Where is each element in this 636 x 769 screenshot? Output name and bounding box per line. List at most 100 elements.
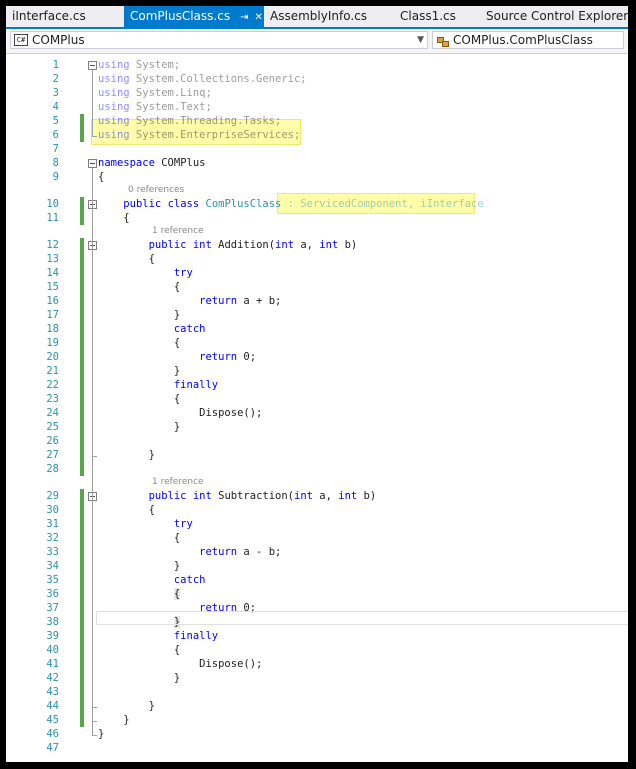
code-line[interactable]: 3 using System.Linq; <box>6 86 628 100</box>
codelens-label[interactable]: 0 references <box>128 184 184 196</box>
code-line[interactable]: 44 } <box>6 699 628 713</box>
chevron-down-icon[interactable]: ▼ <box>417 32 424 48</box>
csharp-icon: C# <box>14 34 28 46</box>
code-line[interactable]: 1 using System; <box>6 58 628 72</box>
code-line[interactable]: 21 } <box>6 364 628 378</box>
code-keyword: int <box>319 239 339 251</box>
tab-class1[interactable]: Class1.cs <box>394 6 480 27</box>
code-line[interactable]: 15 { <box>6 280 628 294</box>
pin-icon[interactable]: ⇥ <box>240 12 248 23</box>
code-line[interactable]: 32 { <box>6 531 628 545</box>
code-line[interactable]: 20 return 0; <box>6 350 628 364</box>
tab-iinterface[interactable]: iInterface.cs <box>6 6 124 27</box>
code-keyword: return <box>199 351 238 363</box>
code-line[interactable]: 6 using System.EnterpriseServices; <box>6 128 628 142</box>
code-line[interactable]: 31 try <box>6 517 628 531</box>
code-text: using System.EnterpriseServices; <box>98 128 300 142</box>
code-token: System.EnterpriseServices; <box>129 129 301 141</box>
close-icon[interactable]: ✕ <box>254 12 262 23</box>
code-line[interactable]: 8 namespace COMPlus <box>6 156 628 170</box>
code-line[interactable]: 29 public int Subtraction(int a, int b) <box>6 489 628 503</box>
code-line[interactable]: 34 } <box>6 559 628 573</box>
codelens-references[interactable]: 0 references <box>6 184 628 197</box>
code-line[interactable]: 30 { <box>6 503 628 517</box>
code-line[interactable]: 22 finally <box>6 378 628 392</box>
code-text: Dispose(); <box>98 657 262 671</box>
current-line-indicator <box>96 611 628 625</box>
code-text: finally <box>98 629 218 643</box>
code-token: System.Text; <box>129 101 212 113</box>
fold-guide <box>92 250 93 456</box>
tab-source-control-explorer[interactable]: Source Control Explorer <box>480 6 628 27</box>
code-line[interactable]: 11 { <box>6 211 628 225</box>
code-keyword: catch <box>173 574 206 586</box>
code-line[interactable]: 16 return a + b; <box>6 294 628 308</box>
type-dropdown[interactable]: COMPlus.ComPlusClass <box>432 31 624 49</box>
code-line[interactable]: 19 { <box>6 336 628 350</box>
code-line[interactable]: 13 { <box>6 252 628 266</box>
change-marker <box>80 489 84 503</box>
code-text: { <box>98 211 129 225</box>
code-line[interactable]: 2 using System.Collections.Generic; <box>6 72 628 86</box>
code-line[interactable]: 9{ <box>6 170 628 184</box>
code-token: } <box>98 309 181 321</box>
codelens-label[interactable]: 1 reference <box>152 476 204 488</box>
fold-guide-end <box>92 136 97 137</box>
collapse-toggle-icon[interactable] <box>88 159 97 168</box>
code-line[interactable]: 36 { <box>6 587 628 601</box>
code-line[interactable]: 24 Dispose(); <box>6 406 628 420</box>
collapse-toggle-icon[interactable] <box>88 61 97 70</box>
code-token: System.Threading.Tasks; <box>129 115 282 127</box>
code-line[interactable]: 17 } <box>6 308 628 322</box>
codelens-references[interactable]: 1 reference <box>6 476 628 489</box>
line-number: 39 <box>46 630 59 642</box>
codelens-label[interactable]: 1 reference <box>152 225 204 237</box>
line-number: 36 <box>46 588 59 600</box>
change-marker <box>80 420 84 434</box>
code-line[interactable]: 41 Dispose(); <box>6 657 628 671</box>
tab-assemblyinfo[interactable]: AssemblyInfo.cs <box>264 6 394 27</box>
code-line[interactable]: 7 <box>6 142 628 156</box>
line-number: 19 <box>46 337 59 349</box>
line-number: 13 <box>46 253 59 265</box>
change-marker <box>80 294 84 308</box>
code-line[interactable]: 14 try <box>6 266 628 280</box>
code-line[interactable]: 43 <box>6 685 628 699</box>
document-tab-strip: iInterface.cs ComPlusClass.cs ⇥ ✕ Assembly… <box>6 6 628 29</box>
code-line[interactable]: 40 { <box>6 643 628 657</box>
change-marker <box>80 322 84 336</box>
code-keyword: try <box>173 267 193 279</box>
code-line[interactable]: 28 <box>6 462 628 476</box>
code-line[interactable]: 46} <box>6 727 628 741</box>
codelens-references[interactable]: 1 reference <box>6 225 628 238</box>
code-line[interactable]: 10 public class ComPlusClass : ServicedC… <box>6 197 628 211</box>
line-number: 29 <box>46 490 59 502</box>
code-text: } <box>98 727 104 741</box>
code-line[interactable]: 47 <box>6 741 628 755</box>
code-line[interactable]: 33 return a - b; <box>6 545 628 559</box>
code-line[interactable]: 27 } <box>6 448 628 462</box>
tab-complusclass[interactable]: ComPlusClass.cs ⇥ ✕ <box>124 6 264 27</box>
code-editor[interactable]: 1 using System; 2 using System.Collections.… <box>6 54 628 762</box>
code-line[interactable]: 25 } <box>6 420 628 434</box>
code-line[interactable]: 23 { <box>6 392 628 406</box>
code-line[interactable]: 26 <box>6 434 628 448</box>
code-line[interactable]: 18 catch <box>6 322 628 336</box>
code-line[interactable]: 5 using System.Threading.Tasks; <box>6 114 628 128</box>
project-dropdown[interactable]: C# COMPlus ▼ <box>10 31 428 49</box>
line-number: 14 <box>46 267 59 279</box>
line-number: 26 <box>46 435 59 447</box>
code-token: System.Collections.Generic; <box>129 73 307 85</box>
code-line[interactable]: 39 finally <box>6 629 628 643</box>
line-number: 28 <box>46 463 59 475</box>
code-line[interactable]: 12 public int Addition(int a, int b) <box>6 238 628 252</box>
code-line[interactable]: 45 } <box>6 713 628 727</box>
code-line[interactable]: 42 } <box>6 671 628 685</box>
code-keyword: return <box>199 295 238 307</box>
code-line[interactable]: 35 catch <box>6 573 628 587</box>
line-number: 4 <box>52 101 59 113</box>
code-line[interactable]: 4 using System.Text; <box>6 100 628 114</box>
